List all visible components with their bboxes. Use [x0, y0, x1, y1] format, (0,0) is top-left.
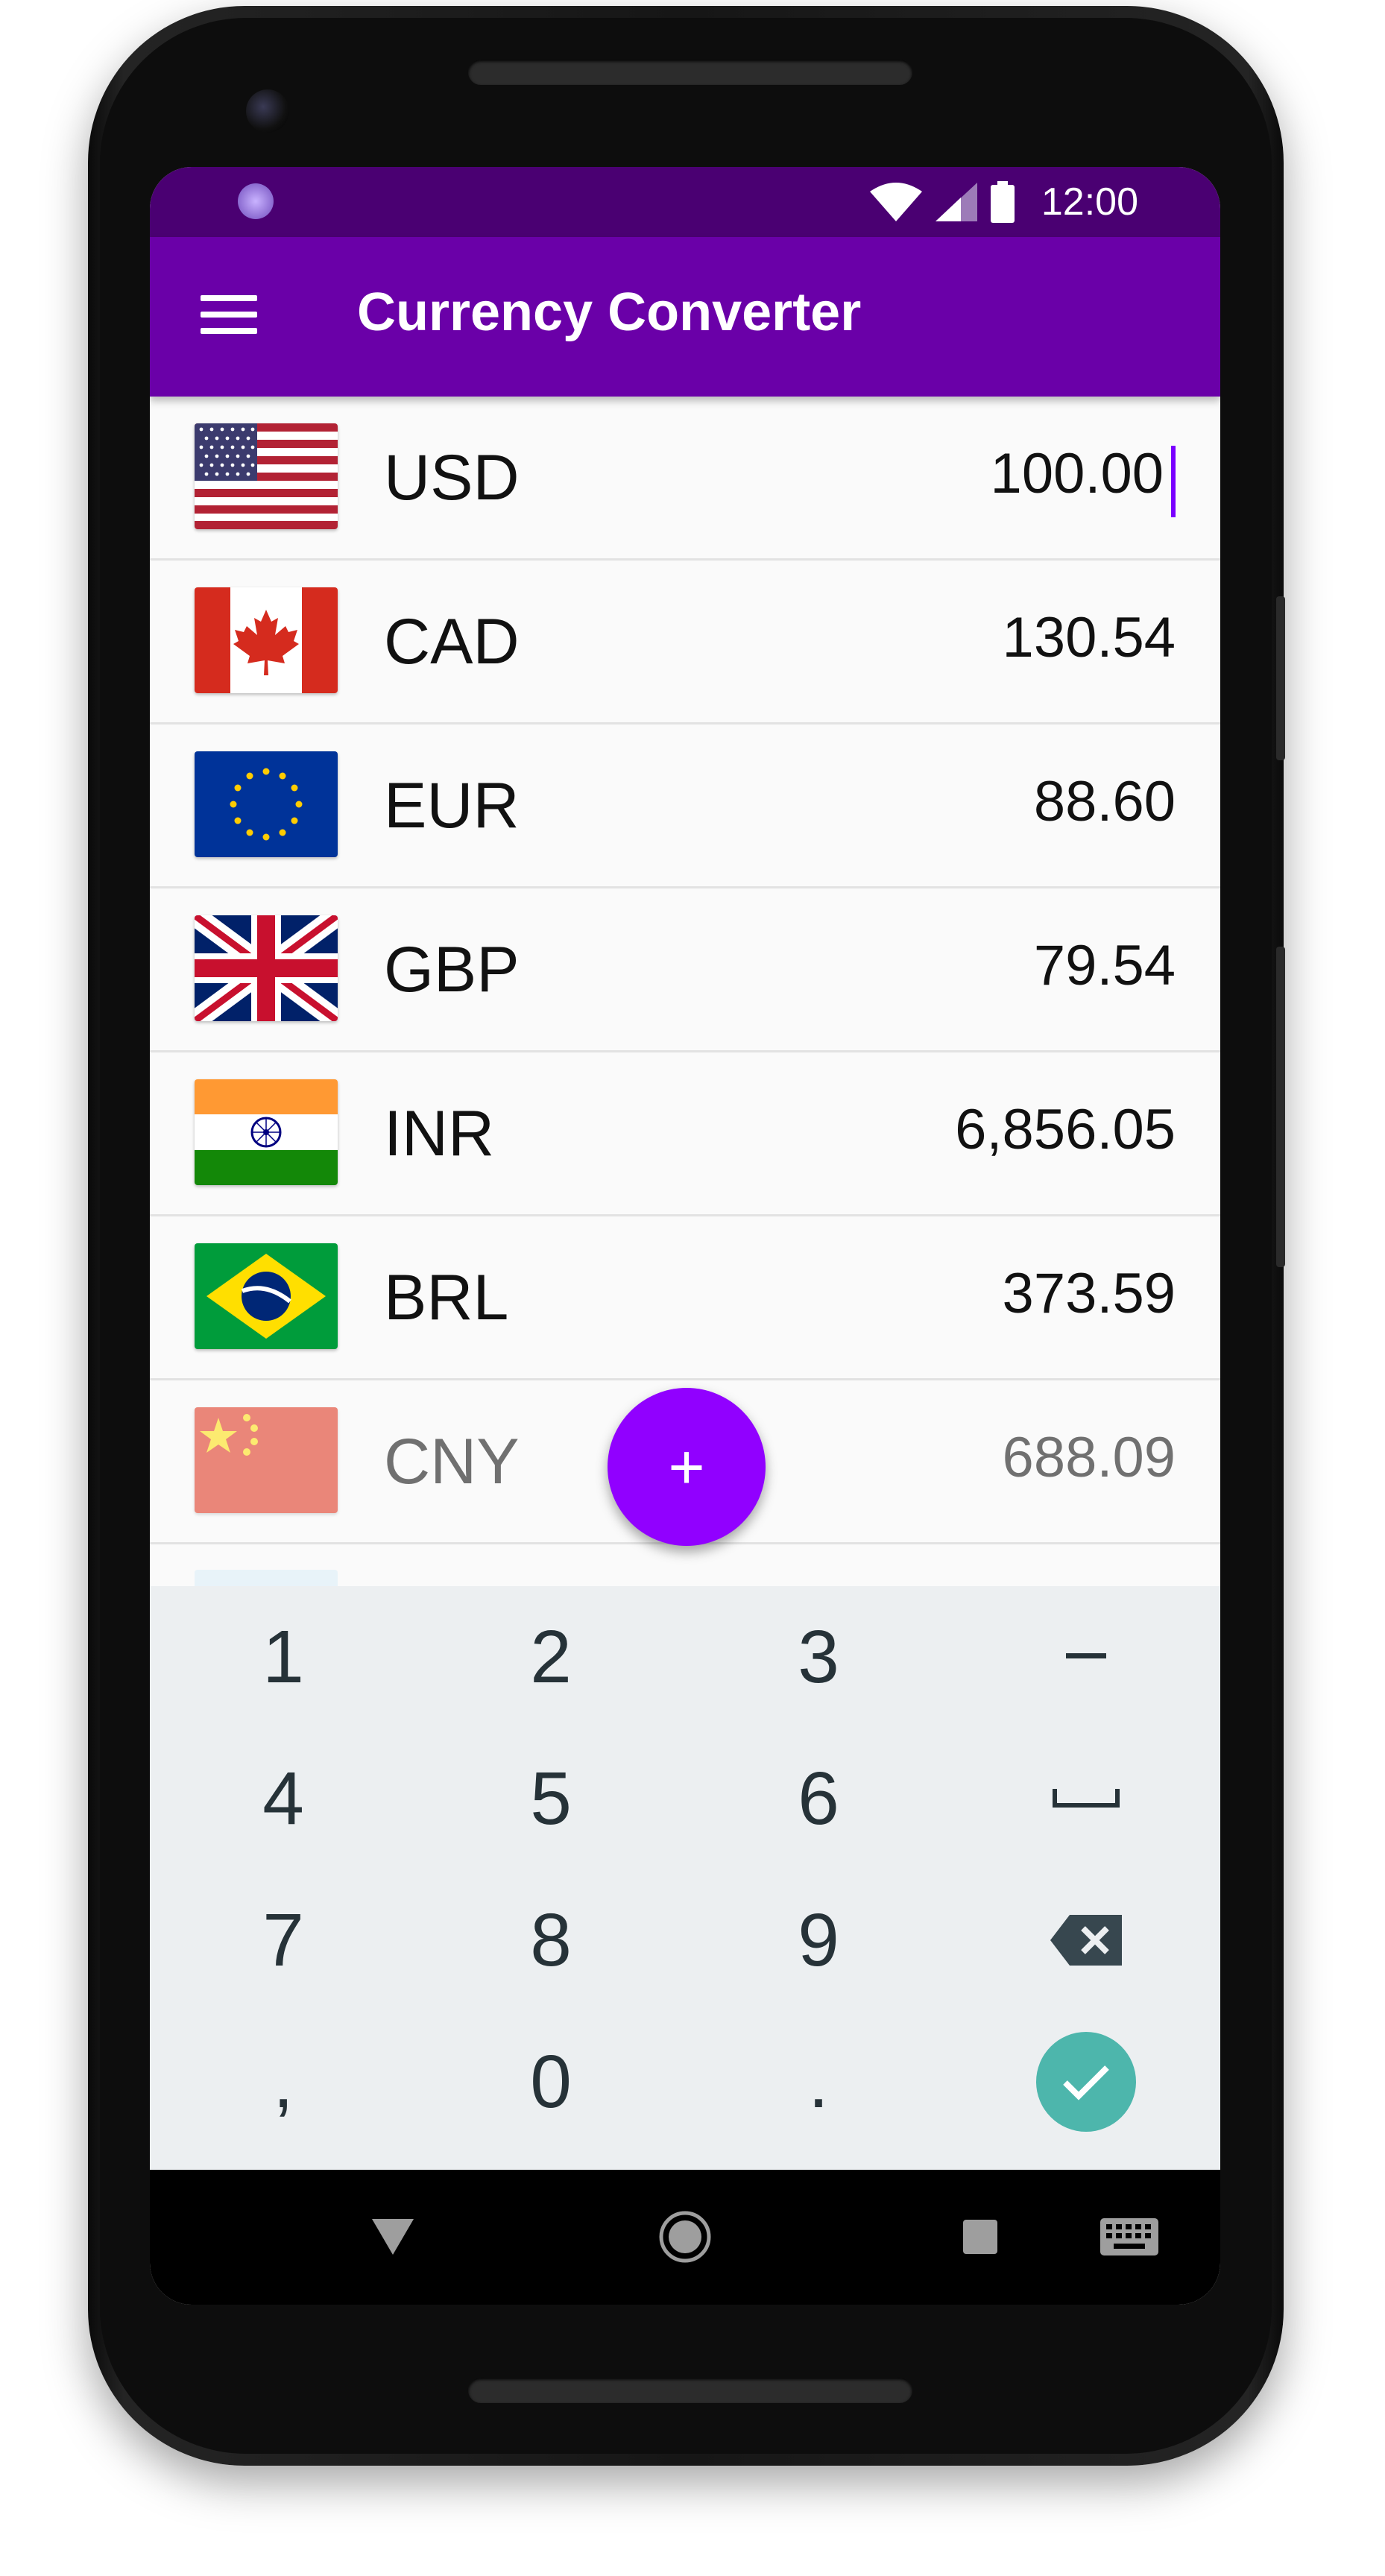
- key-0[interactable]: 0: [417, 2011, 684, 2153]
- notification-icon: [238, 183, 274, 219]
- brazil-flag-icon: [195, 1243, 338, 1349]
- app-bar: Currency Converter: [150, 237, 1220, 397]
- currency-code: CNY: [384, 1426, 520, 1497]
- back-button[interactable]: [356, 2200, 430, 2274]
- battery-icon: [990, 181, 1015, 223]
- add-currency-button[interactable]: +: [608, 1388, 766, 1546]
- recents-button[interactable]: [943, 2200, 1018, 2274]
- volume-button: [1276, 947, 1285, 1267]
- india-flag-icon: [195, 1079, 338, 1185]
- china-flag-icon: [195, 1407, 338, 1513]
- backspace-icon: [1050, 1915, 1122, 1966]
- currency-code: USD: [384, 442, 520, 514]
- currency-amount[interactable]: 6,856.05: [955, 1097, 1176, 1162]
- check-icon: [1063, 2065, 1109, 2100]
- key-6[interactable]: 6: [685, 1728, 952, 1869]
- key-4[interactable]: 4: [150, 1728, 417, 1869]
- key-space[interactable]: [953, 1728, 1220, 1869]
- status-time: 12:00: [1041, 180, 1138, 224]
- keyboard-switch-button[interactable]: [1085, 2200, 1174, 2274]
- currency-code: GBP: [384, 934, 520, 1006]
- key-1[interactable]: 1: [150, 1586, 417, 1728]
- plus-icon: +: [668, 1432, 705, 1502]
- wifi-icon: [869, 183, 922, 221]
- minus-icon: [1066, 1653, 1106, 1658]
- back-triangle-icon: [372, 2219, 414, 2255]
- screen: 12:00 Currency Converter USD 100.00 CAD …: [150, 167, 1220, 2305]
- currency-row-gbp[interactable]: GBP 79.54: [150, 888, 1220, 1052]
- done-button[interactable]: [1036, 2032, 1136, 2132]
- currency-row-inr[interactable]: INR 6,856.05: [150, 1052, 1220, 1216]
- key-comma[interactable]: ,: [150, 2011, 417, 2153]
- earpiece-speaker: [468, 60, 912, 85]
- us-flag-icon: [195, 423, 338, 529]
- status-bar: 12:00: [150, 167, 1220, 237]
- key-2[interactable]: 2: [417, 1586, 684, 1728]
- eu-flag-icon: [195, 751, 338, 857]
- key-backspace[interactable]: [953, 1869, 1220, 2011]
- menu-icon[interactable]: [201, 295, 257, 338]
- currency-row-usd[interactable]: USD 100.00: [150, 397, 1220, 561]
- uk-flag-icon: [195, 915, 338, 1021]
- cell-signal-icon: [935, 183, 977, 221]
- recents-square-icon: [963, 2220, 997, 2254]
- text-cursor: [1171, 446, 1176, 517]
- currency-row-eur[interactable]: EUR 88.60: [150, 724, 1220, 888]
- currency-amount[interactable]: 373.59: [1003, 1261, 1176, 1326]
- app-title: Currency Converter: [357, 282, 862, 342]
- currency-code: CAD: [384, 606, 520, 678]
- power-button: [1276, 596, 1285, 760]
- currency-amount-input[interactable]: 100.00: [991, 441, 1164, 506]
- bottom-speaker: [468, 2378, 912, 2403]
- key-7[interactable]: 7: [150, 1869, 417, 2011]
- currency-row-cad[interactable]: CAD 130.54: [150, 561, 1220, 724]
- home-circle-icon: [659, 2211, 711, 2263]
- currency-amount[interactable]: 79.54: [1034, 933, 1176, 998]
- key-minus[interactable]: [953, 1586, 1220, 1728]
- canada-flag-icon: [195, 587, 338, 693]
- currency-row-brl[interactable]: BRL 373.59: [150, 1216, 1220, 1380]
- status-icons: 12:00: [869, 177, 1138, 227]
- key-8[interactable]: 8: [417, 1869, 684, 2011]
- currency-amount[interactable]: 88.60: [1034, 769, 1176, 834]
- keyboard-icon: [1100, 2218, 1158, 2255]
- key-period[interactable]: .: [685, 2011, 952, 2153]
- front-camera: [246, 89, 289, 133]
- key-9[interactable]: 9: [685, 1869, 952, 2011]
- currency-code: BRL: [384, 1262, 509, 1333]
- currency-amount[interactable]: 130.54: [1003, 605, 1176, 670]
- key-5[interactable]: 5: [417, 1728, 684, 1869]
- currency-code: INR: [384, 1098, 495, 1169]
- space-icon: [1053, 1789, 1120, 1808]
- key-done[interactable]: [953, 2011, 1220, 2153]
- currency-amount[interactable]: 688.09: [1003, 1425, 1176, 1490]
- currency-code: EUR: [384, 770, 520, 842]
- numeric-keyboard: 1 2 3 4 5 6 7 8 9 , 0 .: [150, 1586, 1220, 2170]
- home-button[interactable]: [648, 2200, 722, 2274]
- key-3[interactable]: 3: [685, 1586, 952, 1728]
- navigation-bar: [150, 2170, 1220, 2305]
